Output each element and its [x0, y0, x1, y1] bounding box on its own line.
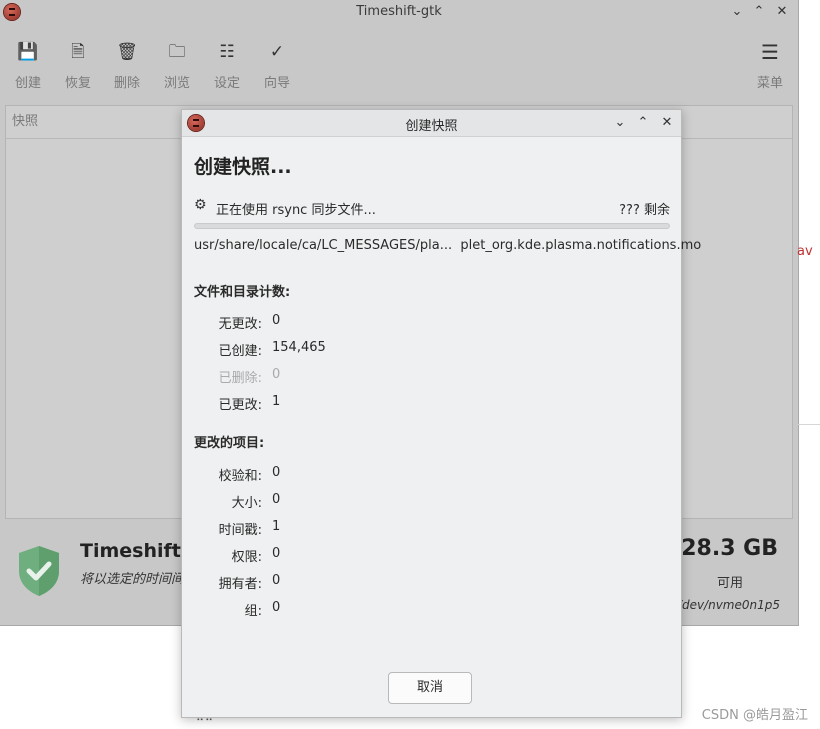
count-value: 154,465	[272, 340, 326, 355]
gear-icon: ⚙	[194, 197, 207, 213]
save-icon: 💾	[17, 42, 39, 62]
changed-label: 组:	[244, 604, 262, 619]
toolbar-create-button[interactable]: 💾 创建	[3, 40, 53, 91]
count-label: 已更改:	[218, 398, 262, 413]
settings-icon: ☷	[219, 42, 235, 62]
dialog-title: 创建快照	[405, 119, 458, 134]
main-titlebar: Timeshift-gtk ⌄ ⌃ ✕	[0, 0, 798, 24]
progress-bar	[194, 223, 670, 229]
count-label: 无更改:	[218, 317, 262, 332]
toolbar: 💾 创建 🗎 恢复 🗑 删除 🗀 浏览 ☷ 设定 ✓ 向导 ☰ 菜单	[0, 34, 798, 96]
menu-icon: ☰	[761, 40, 779, 64]
maximize-button[interactable]: ⌃	[749, 2, 769, 22]
changed-row-checksum: 校验和: 0	[194, 465, 494, 484]
toolbar-wizard-label: 向导	[263, 76, 290, 91]
watermark: CSDN @皓月盈江	[701, 708, 808, 723]
changed-label: 权限:	[231, 550, 262, 565]
toolbar-browse-button[interactable]: 🗀 浏览	[152, 40, 202, 91]
changed-items-heading: 更改的项目:	[194, 436, 265, 451]
count-row-deleted: 已删除: 0	[194, 367, 494, 386]
count-row-changed: 已更改: 1	[194, 394, 494, 413]
changed-label: 时间戳:	[218, 523, 262, 538]
current-file-path: usr/share/locale/ca/LC_MESSAGES/pla... p…	[194, 238, 702, 253]
toolbar-settings-button[interactable]: ☷ 设定	[202, 40, 252, 91]
changed-row-permissions: 权限: 0	[194, 546, 494, 565]
toolbar-create-label: 创建	[14, 76, 41, 91]
dialog-heading: 创建快照...	[194, 156, 292, 178]
toolbar-delete-label: 删除	[113, 76, 140, 91]
changed-value: 0	[272, 546, 281, 561]
dialog-titlebar: 创建快照 ⌄ ⌃ ✕	[182, 110, 681, 137]
changed-value: 1	[272, 519, 281, 534]
toolbar-browse-label: 浏览	[163, 76, 190, 91]
toolbar-wizard-button[interactable]: ✓ 向导	[252, 40, 302, 91]
dialog-close-button[interactable]: ✕	[657, 113, 677, 133]
toolbar-restore-button[interactable]: 🗎 恢复	[53, 40, 103, 91]
status-subtitle: 将以选定的时间间	[80, 572, 185, 587]
free-space-value: 128.3 GB	[665, 536, 778, 561]
changed-label: 拥有者:	[218, 577, 262, 592]
shield-check-icon	[19, 546, 59, 596]
dialog-minimize-button[interactable]: ⌄	[610, 113, 630, 133]
count-label: 已删除:	[218, 371, 262, 386]
minimize-button[interactable]: ⌄	[727, 2, 747, 22]
count-value: 1	[272, 394, 281, 409]
count-value: 0	[272, 367, 281, 382]
background-divider	[798, 424, 820, 425]
free-space-label: 可用	[716, 576, 743, 591]
changed-value: 0	[272, 573, 281, 588]
main-window-title: Timeshift-gtk	[356, 4, 442, 19]
toolbar-settings-label: 设定	[213, 76, 240, 91]
changed-value: 0	[272, 492, 281, 507]
background-window-text: av	[797, 244, 813, 259]
sync-status-row: ⚙ 正在使用 rsync 同步文件... ??? 剩余	[194, 197, 670, 218]
changed-row-owner: 拥有者: 0	[194, 573, 494, 592]
restore-icon: 🗎	[71, 42, 85, 62]
sync-status-text: 正在使用 rsync 同步文件...	[216, 203, 376, 218]
changed-label: 校验和:	[218, 469, 262, 484]
folder-icon: 🗀	[168, 42, 186, 62]
time-remaining: ??? 剩余	[619, 203, 670, 218]
cancel-button[interactable]: 取消	[388, 672, 472, 704]
count-row-created: 已创建: 154,465	[194, 340, 494, 359]
changed-value: 0	[272, 600, 281, 615]
changed-label: 大小:	[231, 496, 262, 511]
count-label: 已创建:	[218, 344, 262, 359]
changed-row-size: 大小: 0	[194, 492, 494, 511]
toolbar-menu-label: 菜单	[756, 76, 783, 91]
device-path: /dev/nvme0n1p5	[677, 598, 780, 612]
count-value: 0	[272, 313, 281, 328]
dialog-maximize-button[interactable]: ⌃	[633, 113, 653, 133]
toolbar-delete-button[interactable]: 🗑 删除	[102, 40, 152, 91]
close-button[interactable]: ✕	[772, 2, 792, 22]
count-row-unchanged: 无更改: 0	[194, 313, 494, 332]
create-snapshot-dialog: 创建快照 ⌄ ⌃ ✕ 创建快照... ⚙ 正在使用 rsync 同步文件... …	[181, 109, 701, 718]
changed-row-timestamp: 时间戳: 1	[194, 519, 494, 538]
toolbar-restore-label: 恢复	[64, 76, 91, 91]
wizard-icon: ✓	[269, 42, 285, 62]
toolbar-menu-button[interactable]: ☰ 菜单	[745, 40, 795, 91]
changed-value: 0	[272, 465, 281, 480]
file-counts-heading: 文件和目录计数:	[194, 285, 291, 300]
delete-icon: 🗑	[116, 42, 138, 62]
changed-row-group: 组: 0	[194, 600, 494, 619]
